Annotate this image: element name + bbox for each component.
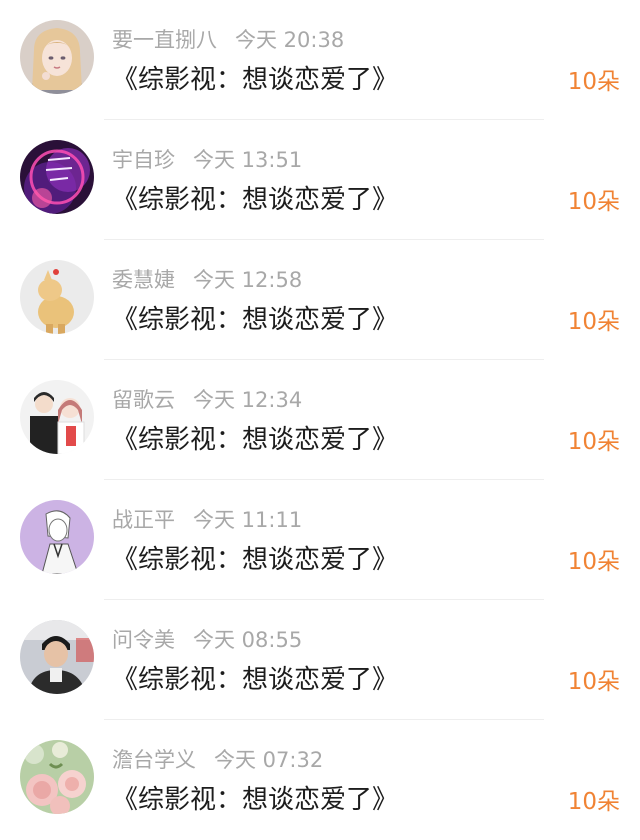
gift-record-list: 要一直捌八 今天 20:38 《综影视：想谈恋爱了》 10朵 宇自珍 今天 13:5… [0,0,640,839]
list-item[interactable]: 宇自珍 今天 13:51 《综影视：想谈恋爱了》 10朵 [0,120,640,240]
gift-amount: 10朵 [567,429,620,455]
username[interactable]: 战正平 [112,508,175,532]
avatar-couple-icon[interactable] [20,380,94,454]
avatar-sketch-icon[interactable] [20,500,94,574]
gift-amount: 10朵 [567,789,620,815]
record-meta: 要一直捌八 今天 20:38 [112,24,344,56]
book-title[interactable]: 《综影视：想谈恋爱了》 [112,180,398,220]
list-item[interactable]: 委慧婕 今天 12:58 《综影视：想谈恋爱了》 10朵 [0,240,640,360]
book-title[interactable]: 《综影视：想谈恋爱了》 [112,780,398,820]
timestamp: 今天 12:58 [193,268,303,292]
timestamp: 今天 11:11 [193,508,303,532]
record-meta: 问令美 今天 08:55 [112,624,302,656]
username[interactable]: 宇自珍 [112,148,175,172]
avatar-roses-icon[interactable] [20,740,94,814]
timestamp: 今天 20:38 [235,28,345,52]
timestamp: 今天 08:55 [193,628,303,652]
record-meta: 宇自珍 今天 13:51 [112,144,302,176]
book-title[interactable]: 《综影视：想谈恋爱了》 [112,660,398,700]
avatar-figurine-icon[interactable] [20,260,94,334]
gift-amount: 10朵 [567,309,620,335]
book-title[interactable]: 《综影视：想谈恋爱了》 [112,60,398,100]
record-meta: 战正平 今天 11:11 [112,504,302,536]
username[interactable]: 问令美 [112,628,175,652]
list-item[interactable]: 澹台学义 今天 07:32 《综影视：想谈恋爱了》 10朵 [0,720,640,840]
gift-amount: 10朵 [567,189,620,215]
gift-amount: 10朵 [567,669,620,695]
username[interactable]: 澹台学义 [112,748,196,772]
list-item[interactable]: 问令美 今天 08:55 《综影视：想谈恋爱了》 10朵 [0,600,640,720]
timestamp: 今天 12:34 [193,388,303,412]
username[interactable]: 委慧婕 [112,268,175,292]
avatar-person-icon[interactable] [20,620,94,694]
timestamp: 今天 13:51 [193,148,303,172]
record-meta: 澹台学义 今天 07:32 [112,744,323,776]
book-title[interactable]: 《综影视：想谈恋爱了》 [112,300,398,340]
avatar-neon-text-icon[interactable] [20,140,94,214]
record-meta: 委慧婕 今天 12:58 [112,264,302,296]
book-title[interactable]: 《综影视：想谈恋爱了》 [112,540,398,580]
book-title[interactable]: 《综影视：想谈恋爱了》 [112,420,398,460]
list-item[interactable]: 留歌云 今天 12:34 《综影视：想谈恋爱了》 10朵 [0,360,640,480]
record-meta: 留歌云 今天 12:34 [112,384,302,416]
username[interactable]: 留歌云 [112,388,175,412]
list-item[interactable]: 要一直捌八 今天 20:38 《综影视：想谈恋爱了》 10朵 [0,0,640,120]
list-item[interactable]: 战正平 今天 11:11 《综影视：想谈恋爱了》 10朵 [0,480,640,600]
gift-amount: 10朵 [567,549,620,575]
username[interactable]: 要一直捌八 [112,28,217,52]
gift-amount: 10朵 [567,69,620,95]
timestamp: 今天 07:32 [214,748,324,772]
avatar-anime-girl-icon[interactable] [20,20,94,94]
